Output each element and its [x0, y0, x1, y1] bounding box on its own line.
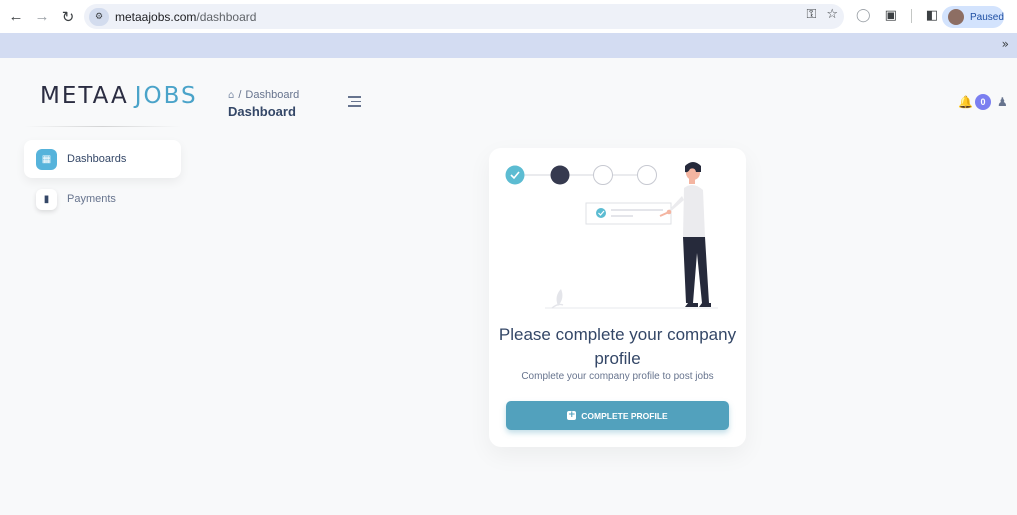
brand-logo[interactable]: METAA JOBS: [40, 83, 198, 109]
user-icon[interactable]: ♟: [997, 95, 1008, 109]
wallet-icon: ▮: [36, 188, 57, 210]
site-settings-icon[interactable]: ⚙: [89, 7, 109, 26]
complete-profile-label: COMPLETE PROFILE: [581, 410, 668, 421]
breadcrumb: ⌂ / Dashboard: [228, 89, 299, 101]
bookmark-star-icon[interactable]: ☆: [826, 7, 838, 22]
url-text[interactable]: metaajobs.com/dashboard: [115, 10, 256, 24]
page-title: Dashboard: [228, 104, 296, 119]
profile-setup-illustration: [505, 162, 718, 309]
sidebar-item-payments[interactable]: ▮ Payments: [24, 180, 181, 218]
address-bar[interactable]: ⚙ metaajobs.com/dashboard ⚿ ☆: [84, 4, 844, 29]
plus-square-icon: +: [567, 410, 577, 420]
top-right-controls: 🔔 0 ♟: [958, 94, 1008, 110]
notification-badge[interactable]: 0: [974, 94, 991, 110]
store-icon: ▦: [36, 148, 57, 170]
sidebar-item-label: Dashboards: [67, 153, 127, 165]
reload-icon[interactable]: ↻: [57, 6, 79, 28]
step-current-icon: [550, 165, 570, 185]
card-title: Please complete your company profile: [498, 325, 737, 368]
sidebar-item-label: Payments: [67, 193, 116, 205]
sidebar-divider: [24, 126, 181, 127]
breadcrumb-current: Dashboard: [245, 89, 300, 101]
step-complete-icon: [505, 165, 525, 185]
profile-button[interactable]: Paused: [942, 6, 1004, 28]
home-icon[interactable]: ⌂: [228, 90, 234, 101]
brand-logo-part1: METAA: [40, 83, 129, 109]
profile-prompt-card: Please complete your company profile Com…: [489, 148, 746, 447]
brand-logo-part2: JOBS: [134, 83, 198, 109]
chevron-more-icon[interactable]: »: [1002, 37, 1009, 51]
forward-icon[interactable]: →: [31, 6, 53, 28]
breadcrumb-separator: /: [238, 89, 242, 101]
sidebar-item-dashboards[interactable]: ▦ Dashboards: [24, 140, 181, 178]
url-path: /dashboard: [196, 9, 257, 24]
step-pending-icon: [593, 165, 613, 185]
shield-extension-icon[interactable]: ◯: [856, 8, 871, 23]
bell-icon[interactable]: 🔔: [958, 95, 973, 109]
profile-status-label: Paused: [970, 11, 1004, 23]
app-page: METAA JOBS ⌂ / Dashboard Dashboard 🔔 0 ♟ …: [0, 58, 1017, 515]
extensions-puzzle-icon[interactable]: ▣: [885, 8, 897, 23]
profile-avatar: [948, 9, 964, 25]
password-key-icon[interactable]: ⚿: [806, 7, 816, 22]
bookmarks-bar: »: [0, 33, 1017, 58]
side-panel-icon[interactable]: ◧: [926, 8, 938, 23]
menu-toggle-icon[interactable]: [348, 96, 361, 110]
url-domain: metaajobs.com: [115, 9, 197, 24]
step-pending-icon: [637, 165, 657, 185]
toolbar-divider: [910, 8, 912, 23]
back-icon[interactable]: ←: [5, 6, 27, 28]
complete-profile-button[interactable]: + COMPLETE PROFILE: [506, 401, 729, 430]
card-subtitle: Complete your company profile to post jo…: [521, 371, 714, 382]
